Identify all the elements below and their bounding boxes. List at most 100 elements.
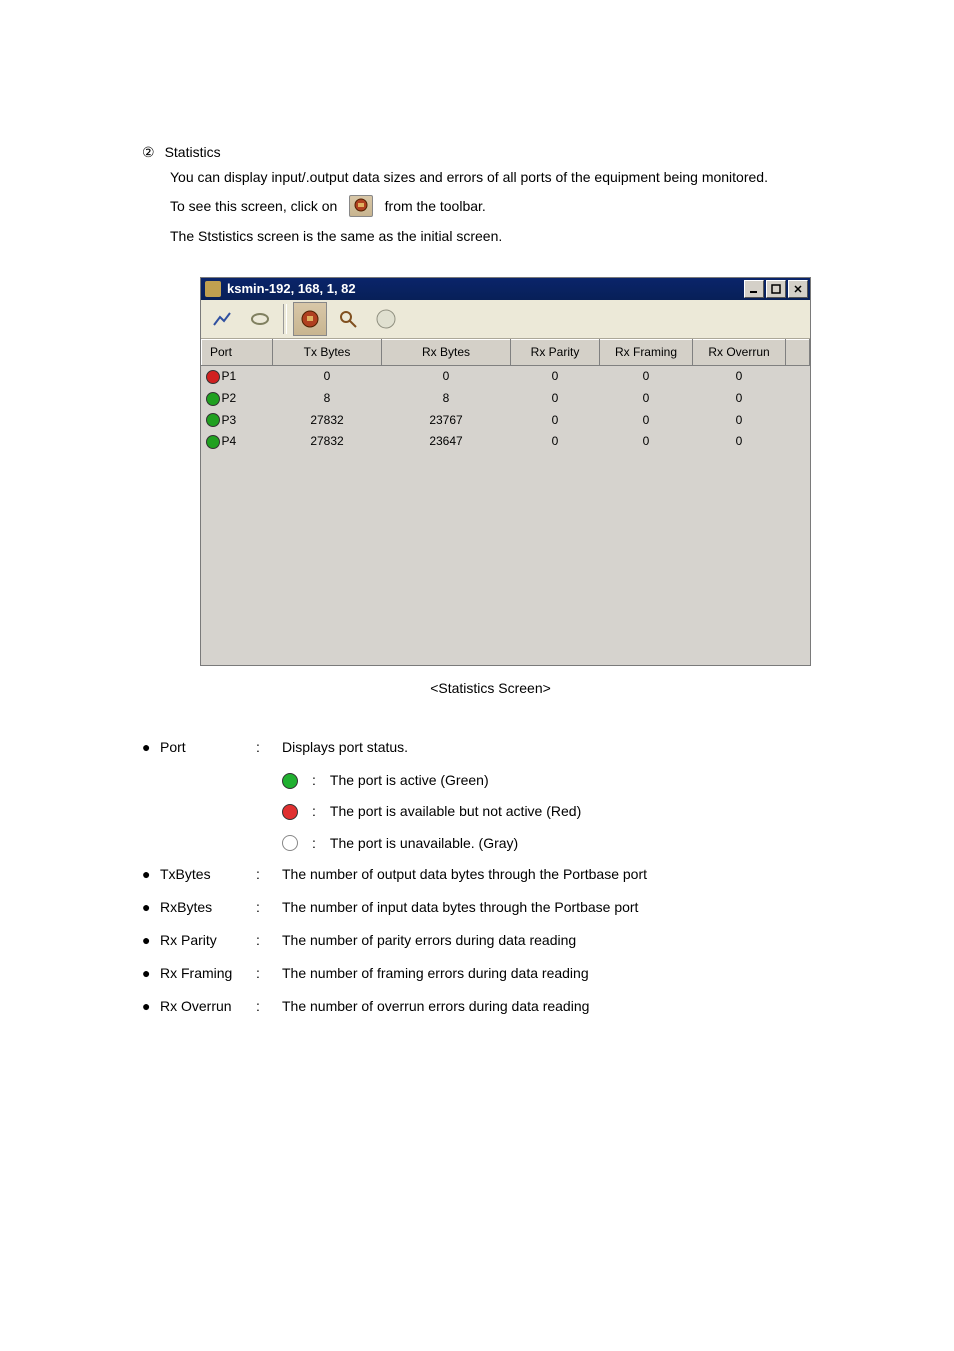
cell-framing: 0 xyxy=(600,366,693,388)
window-title: ksmin-192, 168, 1, 82 xyxy=(227,277,356,300)
port-status-icon xyxy=(206,435,220,449)
col-rx-parity[interactable]: Rx Parity xyxy=(511,339,600,366)
cell-tx: 27832 xyxy=(273,410,382,432)
port-label: P2 xyxy=(222,388,237,410)
col-rx-overrun[interactable]: Rx Overrun xyxy=(693,339,786,366)
legend-text: The port is active (Green) xyxy=(330,768,489,793)
legend-text: The port is available but not active (Re… xyxy=(330,799,581,824)
cell-parity: 0 xyxy=(511,388,600,410)
intro-line-3: The Ststistics screen is the same as the… xyxy=(170,224,839,249)
cell-framing: 0 xyxy=(600,410,693,432)
legend-text: The port is unavailable. (Gray) xyxy=(330,831,518,856)
intro-line-2: To see this screen, click on from the to… xyxy=(170,194,839,219)
col-port[interactable]: Port xyxy=(202,339,273,366)
definition-term: TxBytes xyxy=(160,862,256,887)
table-row[interactable]: P32783223767000 xyxy=(202,410,810,432)
toolbar-btn-2[interactable] xyxy=(243,302,277,336)
cell-overrun: 0 xyxy=(693,366,786,388)
toolbar-statistics-button[interactable] xyxy=(293,302,327,336)
cell-overrun: 0 xyxy=(693,431,786,453)
definition-item: ●Rx Parity:The number of parity errors d… xyxy=(142,928,839,953)
cell-parity: 0 xyxy=(511,410,600,432)
cell-parity: 0 xyxy=(511,431,600,453)
bullet-icon: ● xyxy=(142,928,160,953)
statistics-table: Port Tx Bytes Rx Bytes Rx Parity Rx Fram… xyxy=(201,339,810,453)
definition-item: ●Rx Overrun:The number of overrun errors… xyxy=(142,994,839,1019)
definition-desc: The number of output data bytes through … xyxy=(282,862,839,887)
toolbar-btn-4[interactable] xyxy=(331,302,365,336)
legend-color-icon xyxy=(282,773,298,789)
port-status-icon xyxy=(206,413,220,427)
cell-overrun: 0 xyxy=(693,410,786,432)
table-row[interactable]: P288000 xyxy=(202,388,810,410)
cell-overrun: 0 xyxy=(693,388,786,410)
minimize-button[interactable] xyxy=(744,280,764,298)
close-button[interactable] xyxy=(788,280,808,298)
definition-desc: The number of parity errors during data … xyxy=(282,928,839,953)
definition-item: ●RxBytes:The number of input data bytes … xyxy=(142,895,839,920)
definition-desc: Displays port status. xyxy=(282,735,839,760)
definition-item: ●Rx Framing:The number of framing errors… xyxy=(142,961,839,986)
section-number: ② xyxy=(142,140,155,165)
col-rx-bytes[interactable]: Rx Bytes xyxy=(382,339,511,366)
legend-color-icon xyxy=(282,804,298,820)
definition-term: Rx Overrun xyxy=(160,994,256,1019)
table-row[interactable]: P100000 xyxy=(202,366,810,388)
cell-tx: 0 xyxy=(273,366,382,388)
cell-rx: 0 xyxy=(382,366,511,388)
colon: : xyxy=(256,961,282,986)
definition-term: RxBytes xyxy=(160,895,256,920)
col-rx-framing[interactable]: Rx Framing xyxy=(600,339,693,366)
colon: : xyxy=(256,994,282,1019)
cell-parity: 0 xyxy=(511,366,600,388)
bullet-icon: ● xyxy=(142,994,160,1019)
port-label: P1 xyxy=(222,366,237,388)
window-app-icon xyxy=(205,281,221,297)
definition-item: ●Port:Displays port status. xyxy=(142,735,839,760)
bullet-icon: ● xyxy=(142,735,160,760)
port-status-icon xyxy=(206,370,220,384)
colon: : xyxy=(312,768,316,793)
toolbar xyxy=(201,300,810,339)
toolbar-btn-1[interactable] xyxy=(205,302,239,336)
toolbar-btn-5[interactable] xyxy=(369,302,403,336)
bullet-icon: ● xyxy=(142,961,160,986)
cell-rx: 23767 xyxy=(382,410,511,432)
col-tx-bytes[interactable]: Tx Bytes xyxy=(273,339,382,366)
colon: : xyxy=(256,928,282,953)
statistics-toolbar-icon xyxy=(349,195,373,217)
legend-item: : The port is available but not active (R… xyxy=(142,799,839,824)
bullet-icon: ● xyxy=(142,862,160,887)
colon: : xyxy=(312,799,316,824)
legend-item: : The port is unavailable. (Gray) xyxy=(142,831,839,856)
port-label: P4 xyxy=(222,431,237,453)
cell-tx: 8 xyxy=(273,388,382,410)
section-title: Statistics xyxy=(165,140,221,165)
definition-desc: The number of overrun errors during data… xyxy=(282,994,839,1019)
cell-rx: 8 xyxy=(382,388,511,410)
definition-desc: The number of input data bytes through t… xyxy=(282,895,839,920)
legend-color-icon xyxy=(282,835,298,851)
col-spacer xyxy=(786,339,810,366)
definition-term: Port xyxy=(160,735,256,760)
colon: : xyxy=(256,735,282,760)
colon: : xyxy=(256,862,282,887)
cell-rx: 23647 xyxy=(382,431,511,453)
colon: : xyxy=(256,895,282,920)
intro-line-1: You can display input/.output data sizes… xyxy=(170,165,839,190)
cell-tx: 27832 xyxy=(273,431,382,453)
colon: : xyxy=(312,831,316,856)
window-titlebar: ksmin-192, 168, 1, 82 xyxy=(201,278,810,300)
toolbar-separator xyxy=(283,304,287,334)
statistics-window: ksmin-192, 168, 1, 82 xyxy=(200,277,811,666)
maximize-button[interactable] xyxy=(766,280,786,298)
table-row[interactable]: P42783223647000 xyxy=(202,431,810,453)
cell-framing: 0 xyxy=(600,431,693,453)
bullet-icon: ● xyxy=(142,895,160,920)
definition-term: Rx Parity xyxy=(160,928,256,953)
legend-item: : The port is active (Green) xyxy=(142,768,839,793)
cell-framing: 0 xyxy=(600,388,693,410)
port-status-icon xyxy=(206,392,220,406)
port-label: P3 xyxy=(222,410,237,432)
definition-term: Rx Framing xyxy=(160,961,256,986)
